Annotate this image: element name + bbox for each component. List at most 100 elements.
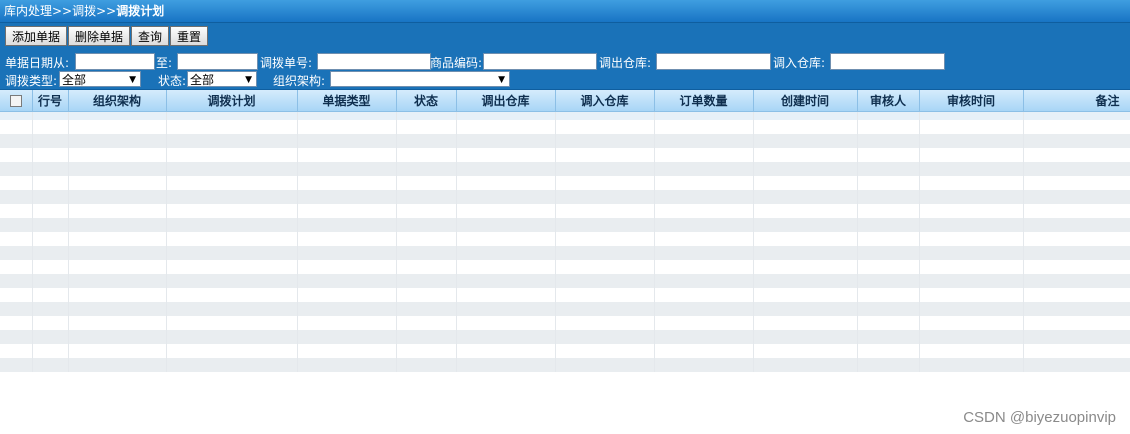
table-cell <box>919 176 1024 190</box>
table-cell <box>0 302 33 316</box>
table-row <box>0 344 1130 358</box>
table-cell <box>166 232 298 246</box>
table-cell <box>0 274 33 288</box>
table-cell <box>68 302 167 316</box>
table-cell <box>68 344 167 358</box>
select-all-checkbox[interactable] <box>9 95 22 107</box>
table-cell <box>166 162 298 176</box>
delete-document-button[interactable]: 删除单据 <box>68 26 131 46</box>
table-cell <box>68 330 167 344</box>
status-select[interactable]: 全部 ▼ <box>187 71 257 87</box>
table-cell <box>1023 344 1130 358</box>
table-cell <box>456 302 556 316</box>
table-cell <box>857 344 920 358</box>
out-warehouse-label: 调出仓库: <box>599 56 652 70</box>
table-cell <box>32 162 69 176</box>
table-cell <box>555 316 655 330</box>
table-cell <box>0 358 33 372</box>
out-warehouse-input[interactable] <box>656 53 771 70</box>
table-cell <box>753 344 858 358</box>
table-cell <box>68 190 167 204</box>
table-cell <box>654 260 754 274</box>
column-header[interactable]: 创建时间 <box>753 90 858 112</box>
transfer-no-input[interactable] <box>317 53 431 70</box>
table-cell <box>297 344 397 358</box>
table-cell <box>166 274 298 288</box>
table-row <box>0 111 1130 120</box>
table-cell <box>1023 232 1130 246</box>
column-header[interactable]: 状态 <box>396 90 457 112</box>
table-cell <box>1023 246 1130 260</box>
date-to-input[interactable] <box>177 53 258 70</box>
table-cell <box>857 316 920 330</box>
reset-button[interactable]: 重置 <box>170 26 209 46</box>
table-cell <box>555 218 655 232</box>
column-header[interactable]: 审核时间 <box>919 90 1024 112</box>
column-header[interactable]: 订单数量 <box>654 90 754 112</box>
query-button[interactable]: 查询 <box>131 26 170 46</box>
column-header[interactable]: 单据类型 <box>297 90 397 112</box>
table-cell <box>857 330 920 344</box>
table-cell <box>753 330 858 344</box>
table-cell <box>32 316 69 330</box>
table-cell <box>1023 260 1130 274</box>
add-document-button[interactable]: 添加单据 <box>5 26 68 46</box>
table-cell <box>456 246 556 260</box>
column-header[interactable]: 行号 <box>32 90 69 112</box>
table-cell <box>0 204 33 218</box>
table-cell <box>32 302 69 316</box>
table-cell <box>396 204 457 218</box>
table-cell <box>68 204 167 218</box>
table-cell <box>166 176 298 190</box>
org-select[interactable]: ▼ <box>330 71 510 87</box>
column-header[interactable]: 备注 <box>1023 90 1130 112</box>
table-cell <box>555 358 655 372</box>
table-cell <box>753 288 858 302</box>
table-cell <box>753 246 858 260</box>
table-cell <box>1023 218 1130 232</box>
table-cell <box>166 120 298 134</box>
date-from-input[interactable] <box>75 53 155 70</box>
table-cell <box>396 358 457 372</box>
table-cell <box>654 358 754 372</box>
table-cell <box>1023 190 1130 204</box>
table-cell <box>396 190 457 204</box>
table-cell <box>456 316 556 330</box>
table-cell <box>68 134 167 148</box>
table-cell <box>654 274 754 288</box>
column-header[interactable]: 调拨计划 <box>166 90 298 112</box>
column-header[interactable]: 组织架构 <box>68 90 167 112</box>
table-cell <box>555 260 655 274</box>
table-cell <box>919 344 1024 358</box>
table-cell <box>1023 176 1130 190</box>
table-row <box>0 204 1130 218</box>
table-cell <box>456 148 556 162</box>
table-cell <box>555 176 655 190</box>
table-cell <box>456 162 556 176</box>
table-cell <box>654 330 754 344</box>
table-cell <box>396 274 457 288</box>
table-cell <box>0 344 33 358</box>
table-cell <box>297 204 397 218</box>
table-cell <box>654 288 754 302</box>
table-cell <box>32 204 69 218</box>
table-cell <box>456 358 556 372</box>
in-warehouse-input[interactable] <box>830 53 945 70</box>
transfer-type-select[interactable]: 全部 ▼ <box>59 71 141 87</box>
table-cell <box>456 111 556 120</box>
product-code-input[interactable] <box>483 53 597 70</box>
table-cell <box>555 288 655 302</box>
table-cell <box>32 232 69 246</box>
table-cell <box>654 218 754 232</box>
table-cell <box>753 148 858 162</box>
column-header[interactable]: 审核人 <box>857 90 920 112</box>
table-cell <box>0 190 33 204</box>
column-header[interactable]: 调入仓库 <box>555 90 655 112</box>
table-cell <box>1023 274 1130 288</box>
table-cell <box>1023 316 1130 330</box>
table-cell <box>1023 134 1130 148</box>
table-cell <box>396 330 457 344</box>
table-cell <box>297 358 397 372</box>
table-cell <box>1023 358 1130 372</box>
column-header[interactable]: 调出仓库 <box>456 90 556 112</box>
